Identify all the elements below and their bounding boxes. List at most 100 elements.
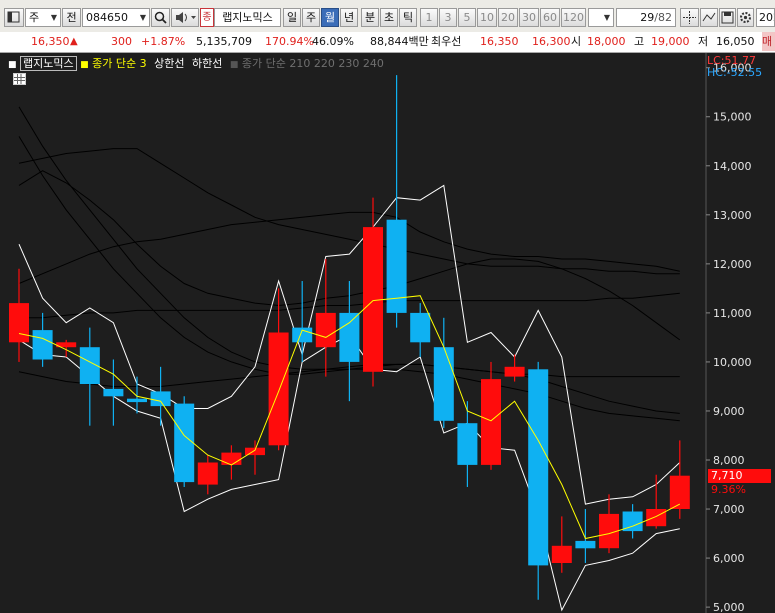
search-icon — [154, 11, 167, 24]
candle-body — [9, 303, 29, 343]
candle-body — [339, 312, 360, 362]
candle-body — [268, 332, 289, 446]
candle-body — [103, 388, 124, 397]
sound-button[interactable] — [171, 8, 199, 27]
legend-upper-band[interactable]: 상한선 — [154, 57, 184, 70]
y-tick-label: 5,000 — [713, 601, 745, 613]
candles — [9, 75, 690, 600]
sell-tab[interactable]: 매 — [762, 32, 775, 51]
y-tick-label: 15,000 — [713, 111, 752, 124]
period-minute-button[interactable]: 분 — [361, 8, 379, 27]
square-icon: ■ — [80, 60, 89, 70]
hc-label: HC:-52.55 — [707, 66, 763, 79]
chevron-down-icon: ▼ — [603, 13, 610, 22]
envelope-line — [18, 211, 680, 284]
candle-body — [481, 379, 501, 465]
candle-body — [528, 369, 549, 566]
candle-body — [410, 312, 431, 343]
prev-button[interactable]: 전 — [62, 8, 81, 27]
chart-toolbar: 주 ▼ 전 084650 ▼ 종 랩지노믹스 일 주 월 년 분 초 틱 1 3… — [0, 0, 775, 33]
legend-ma[interactable]: 종가 단순 3 — [92, 57, 146, 70]
crosshair-button[interactable] — [680, 8, 699, 27]
legend-ma-group[interactable]: 종가 단순 210 220 230 240 — [242, 57, 384, 70]
period-month-button[interactable]: 월 — [321, 8, 339, 27]
candle-body — [646, 509, 667, 527]
candle-body — [551, 545, 572, 563]
volume-ratio: 170.94% — [265, 35, 314, 48]
interval-button[interactable]: 20 — [498, 8, 518, 27]
search-button[interactable] — [151, 8, 170, 27]
candle-body — [433, 347, 454, 421]
period-second-button[interactable]: 초 — [380, 8, 398, 27]
current-rate-marker: 9.36% — [711, 483, 746, 496]
change-rate: +1.87% — [141, 35, 186, 48]
trade-amount: 88,844백만 — [370, 35, 429, 48]
window-icon — [7, 11, 20, 23]
stock-badge: 종 — [200, 8, 214, 27]
y-tick-label: 14,000 — [713, 160, 752, 173]
price-change: 300 — [111, 35, 132, 48]
interval-button[interactable]: 120 — [561, 8, 586, 27]
legend-lower-band[interactable]: 하한선 — [192, 57, 222, 70]
layout-icon[interactable] — [4, 8, 24, 27]
candle-body — [457, 423, 478, 465]
candle-body — [669, 475, 690, 509]
turnover-rate: 46.09% — [312, 35, 354, 48]
candle-body — [504, 366, 525, 377]
gear-icon — [740, 12, 751, 23]
chart-legend: ■ 랩지노믹스 ■ 종가 단순 3 상한선 하한선 ■ 종가 단순 210 22… — [8, 55, 384, 71]
low-price: 16,050 — [716, 35, 755, 48]
stock-name[interactable]: 랩지노믹스 — [214, 8, 281, 27]
chart-area[interactable]: 16,000 15,000 14,000 13,000 12,000 11,000 10,0… — [0, 53, 775, 613]
interval-button[interactable]: 10 — [477, 8, 497, 27]
period-day-button[interactable]: 일 — [283, 8, 301, 27]
line-tool-button[interactable] — [700, 8, 718, 27]
envelope-line — [18, 148, 680, 275]
interval-button[interactable]: 30 — [519, 8, 539, 27]
crosshair-icon — [683, 11, 696, 24]
open-label: 시 — [571, 35, 582, 48]
save-icon — [721, 11, 734, 24]
interval-button[interactable]: 5 — [458, 8, 476, 27]
page-total: /82 — [654, 11, 672, 24]
legend-stock-name[interactable]: 랩지노믹스 — [20, 56, 77, 71]
candle-body — [32, 330, 53, 360]
page-counter[interactable]: 29/82 — [616, 8, 676, 27]
period-week-button[interactable]: 주 — [302, 8, 320, 27]
square-icon: ■ — [229, 60, 239, 70]
candle-body — [150, 391, 171, 407]
square-icon: ■ — [8, 60, 17, 70]
chevron-down-icon: ▼ — [139, 13, 146, 22]
market-select[interactable]: 주 ▼ — [25, 8, 61, 27]
volume: 5,135,709 — [196, 35, 252, 48]
interval-button[interactable]: 60 — [540, 8, 560, 27]
high-label: 고 — [634, 35, 645, 48]
period-tick-button[interactable]: 틱 — [399, 8, 417, 27]
candlestick-chart[interactable]: 16,00015,00014,00013,00012,00011,00010,0… — [0, 53, 775, 613]
y-tick-label: 13,000 — [713, 209, 752, 222]
period-year-button[interactable]: 년 — [340, 8, 358, 27]
candle-body — [221, 452, 242, 465]
save-button[interactable] — [719, 8, 736, 27]
best-ask: 16,350 — [480, 35, 519, 48]
low-label: 저 — [698, 35, 709, 48]
candle-body — [315, 312, 336, 348]
custom-interval-select[interactable]: ▼ — [588, 8, 614, 27]
date-input[interactable]: 202 — [756, 8, 775, 27]
y-tick-label: 6,000 — [713, 552, 745, 565]
trend-line-icon — [702, 12, 716, 22]
grid-icon[interactable] — [13, 73, 26, 85]
high-price: 19,000 — [651, 35, 690, 48]
candle-body — [127, 398, 147, 403]
stock-code-input[interactable]: 084650 ▼ — [82, 8, 150, 27]
open-price: 18,000 — [587, 35, 626, 48]
candle-body — [174, 403, 195, 483]
price-axis: 16,00015,00014,00013,00012,00011,00010,0… — [706, 62, 752, 613]
current-price: 16,350 — [31, 35, 70, 48]
chevron-down-icon: ▼ — [50, 13, 57, 22]
interval-button[interactable]: 1 — [420, 8, 438, 27]
interval-button[interactable]: 3 — [439, 8, 457, 27]
settings-button[interactable] — [737, 8, 754, 27]
best-price-label: 최우선 — [431, 35, 462, 48]
up-arrow-icon: ▲ — [70, 36, 78, 47]
